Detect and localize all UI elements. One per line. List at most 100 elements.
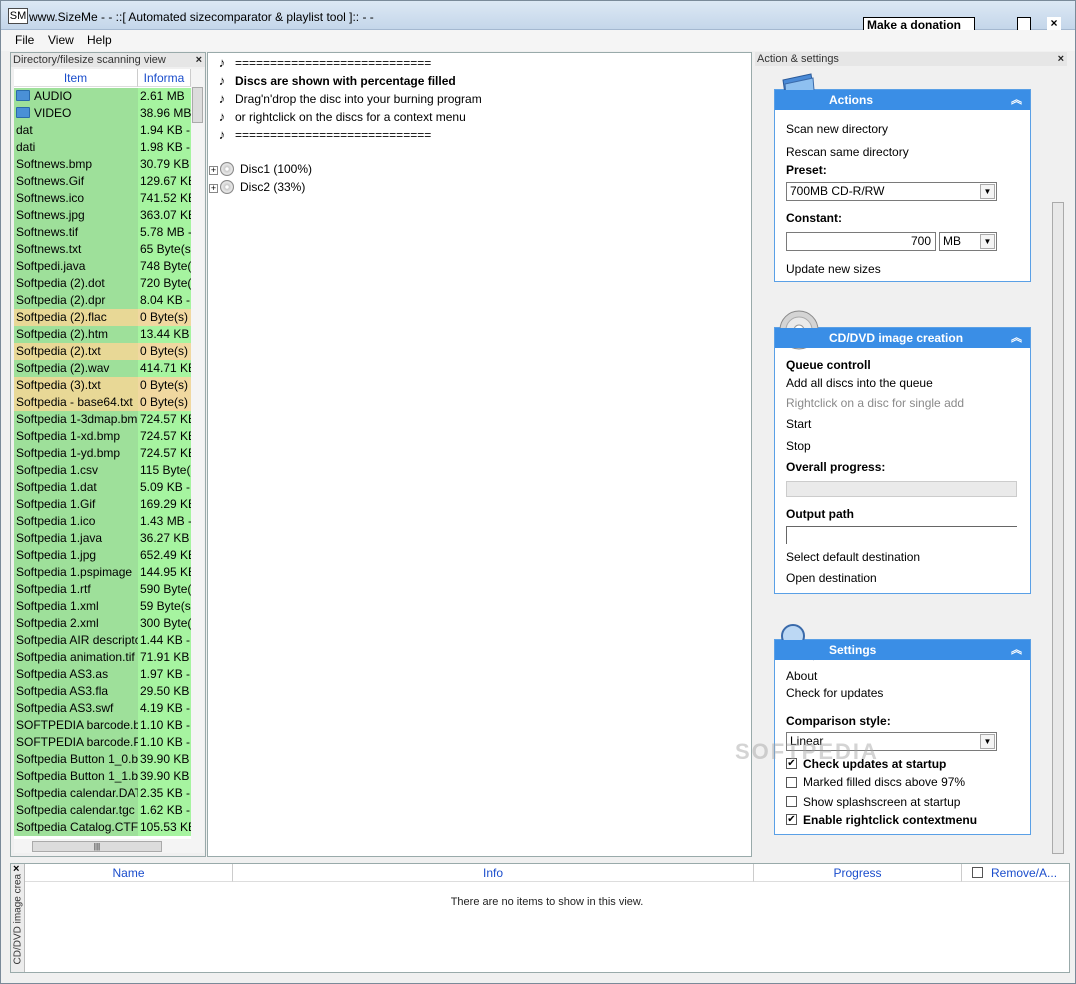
close-icon[interactable]: ×: [1058, 52, 1064, 66]
vertical-scrollbar[interactable]: [191, 69, 204, 839]
column-header-info[interactable]: Informa: [138, 69, 191, 87]
file-row[interactable]: Softpedia (2).flac 0 Byte(s): [14, 309, 191, 326]
disc-label[interactable]: Disc2 (33%): [240, 180, 305, 194]
file-row[interactable]: Softpedia 1.jpg 652.49 KB: [14, 547, 191, 564]
file-row[interactable]: Softpedia 1-xd.bmp 724.57 KB: [14, 428, 191, 445]
file-row[interactable]: Softpedia 1.Gif 169.29 KB: [14, 496, 191, 513]
scroll-thumb[interactable]: [192, 87, 203, 123]
horizontal-scrollbar[interactable]: |||: [14, 839, 204, 853]
file-row[interactable]: Softpedia (2).wav 414.71 KB: [14, 360, 191, 377]
disc-node-1[interactable]: + Disc1 (100%): [209, 160, 312, 178]
column-header-info[interactable]: Info: [233, 864, 754, 882]
column-header-progress[interactable]: Progress: [754, 864, 962, 882]
expand-icon[interactable]: +: [209, 184, 218, 193]
file-row[interactable]: Softpedia 1-3dmap.bmp 724.57 KB: [14, 411, 191, 428]
collapse-icon[interactable]: ︽: [1011, 90, 1022, 110]
file-row[interactable]: VIDEO 38.96 MB: [14, 105, 191, 122]
output-path-field[interactable]: [786, 526, 1017, 544]
chevron-down-icon[interactable]: ▼: [980, 734, 995, 749]
start-button[interactable]: Start: [786, 417, 811, 431]
file-row[interactable]: Softnews.txt 65 Byte(s: [14, 241, 191, 258]
menu-help[interactable]: Help: [87, 33, 112, 47]
file-row[interactable]: Softpedia 1.java 36.27 KB: [14, 530, 191, 547]
update-new-sizes[interactable]: Update new sizes: [786, 262, 881, 276]
file-row[interactable]: Softpedia 1.pspimage 144.95 KB: [14, 564, 191, 581]
file-row[interactable]: Softpedia AS3.as 1.97 KB -: [14, 666, 191, 683]
file-row[interactable]: Softpedia Button 1_1.bmp39.90 KB: [14, 768, 191, 785]
file-row[interactable]: Softpedia (3).txt 0 Byte(s): [14, 377, 191, 394]
chevron-down-icon[interactable]: ▼: [980, 184, 995, 199]
file-row[interactable]: Softpedia AS3.fla 29.50 KB: [14, 683, 191, 700]
check-for-updates[interactable]: Check for updates: [786, 686, 883, 700]
file-row[interactable]: SOFTPEDIA barcode.bmp1.10 KB -: [14, 717, 191, 734]
file-row[interactable]: Softpedia (2).dot 720 Byte(: [14, 275, 191, 292]
about-link[interactable]: About: [786, 669, 817, 683]
disc-node-2[interactable]: + Disc2 (33%): [209, 178, 305, 196]
add-all-discs[interactable]: Add all discs into the queue: [786, 376, 933, 390]
scan-new-directory[interactable]: Scan new directory: [786, 122, 888, 136]
file-row[interactable]: Softpedia 1.dat 5.09 KB -: [14, 479, 191, 496]
file-row[interactable]: Softpedia (2).htm 13.44 KB: [14, 326, 191, 343]
close-button[interactable]: ×: [1047, 17, 1061, 30]
menu-view[interactable]: View: [48, 33, 74, 47]
file-row[interactable]: Softnews.Gif 129.67 KB: [14, 173, 191, 190]
column-header-item[interactable]: Item: [14, 69, 138, 87]
select-all-checkbox[interactable]: [972, 867, 983, 878]
disc-label[interactable]: Disc1 (100%): [240, 162, 312, 176]
file-row[interactable]: dat 1.94 KB -: [14, 122, 191, 139]
file-row[interactable]: Softpedia Catalog.CTF 105.53 KB: [14, 819, 191, 836]
cd-dvd-header[interactable]: CD/DVD image creation ︽: [775, 328, 1030, 348]
file-row[interactable]: Softpedia 1.ico 1.43 MB -: [14, 513, 191, 530]
stop-button[interactable]: Stop: [786, 439, 811, 453]
select-default-destination[interactable]: Select default destination: [786, 550, 920, 564]
app-icon[interactable]: SM: [8, 8, 28, 24]
close-icon[interactable]: ×: [196, 53, 202, 67]
file-row[interactable]: Softpedi.java 748 Byte(: [14, 258, 191, 275]
actions-header[interactable]: Actions ︽: [775, 90, 1030, 110]
file-row[interactable]: Softpedia 1.csv 115 Byte(: [14, 462, 191, 479]
collapse-icon[interactable]: ︽: [1011, 640, 1022, 660]
title-bar[interactable]: SM www.SizeMe - - ::[ Automated sizecomp…: [1, 1, 1075, 30]
file-row[interactable]: Softpedia animation.tif 71.91 KB: [14, 649, 191, 666]
file-row[interactable]: Softpedia calendar.DAT 2.35 KB -: [14, 785, 191, 802]
queue-side-tab[interactable]: × CD/DVD image crea: [11, 863, 25, 972]
restore-button[interactable]: [1017, 17, 1031, 30]
file-row[interactable]: Softnews.ico 741.52 KB: [14, 190, 191, 207]
file-row[interactable]: Softnews.tif 5.78 MB -: [14, 224, 191, 241]
file-row[interactable]: Softpedia AS3.swf 4.19 KB -: [14, 700, 191, 717]
unit-select[interactable]: MB ▼: [939, 232, 997, 251]
chevron-down-icon[interactable]: ▼: [980, 234, 995, 249]
file-list[interactable]: Item Informa AUDIO 2.61 MB VIDEO 38.96 MB da…: [14, 69, 191, 839]
file-row[interactable]: Softpedia 1.xml 59 Byte(s: [14, 598, 191, 615]
file-row[interactable]: Softpedia - base64.txt 0 Byte(s): [14, 394, 191, 411]
file-row[interactable]: Softpedia (2).dpr 8.04 KB -: [14, 292, 191, 309]
splashscreen-checkbox[interactable]: [786, 796, 797, 807]
preset-select[interactable]: 700MB CD-R/RW ▼: [786, 182, 997, 201]
file-row[interactable]: Softpedia 1.rtf 590 Byte(: [14, 581, 191, 598]
file-row[interactable]: Softpedia (2).txt 0 Byte(s): [14, 343, 191, 360]
file-row[interactable]: Softnews.jpg 363.07 KB: [14, 207, 191, 224]
file-row[interactable]: Softpedia calendar.tgc 1.62 KB -: [14, 802, 191, 819]
menu-file[interactable]: File: [15, 33, 34, 47]
rightclick-menu-checkbox[interactable]: ✔: [786, 814, 797, 825]
collapse-icon[interactable]: ︽: [1011, 328, 1022, 348]
marked-filled-checkbox[interactable]: [786, 777, 797, 788]
file-row[interactable]: Softpedia Button 1_0.bmp39.90 KB: [14, 751, 191, 768]
file-row[interactable]: Softpedia 2.xml 300 Byte(: [14, 615, 191, 632]
settings-header[interactable]: Settings ︽: [775, 640, 1030, 660]
file-row[interactable]: SOFTPEDIA barcode.Prn1.10 KB -: [14, 734, 191, 751]
constant-input[interactable]: 700: [786, 232, 936, 251]
file-row[interactable]: AUDIO 2.61 MB: [14, 88, 191, 105]
file-row[interactable]: Softpedia 1-yd.bmp 724.57 KB: [14, 445, 191, 462]
scroll-thumb[interactable]: |||: [32, 841, 162, 852]
rescan-same-directory[interactable]: Rescan same directory: [786, 145, 909, 159]
column-header-remove[interactable]: Remove/A...: [962, 864, 1069, 882]
column-header-name[interactable]: Name: [25, 864, 233, 882]
scroll-thumb[interactable]: [1052, 202, 1064, 854]
donate-button[interactable]: Make a donation: [863, 17, 975, 30]
open-destination[interactable]: Open destination: [786, 571, 877, 585]
expand-icon[interactable]: +: [209, 166, 218, 175]
vertical-scrollbar[interactable]: [1051, 68, 1065, 858]
file-row[interactable]: Softnews.bmp 30.79 KB: [14, 156, 191, 173]
file-row[interactable]: dati 1.98 KB -: [14, 139, 191, 156]
